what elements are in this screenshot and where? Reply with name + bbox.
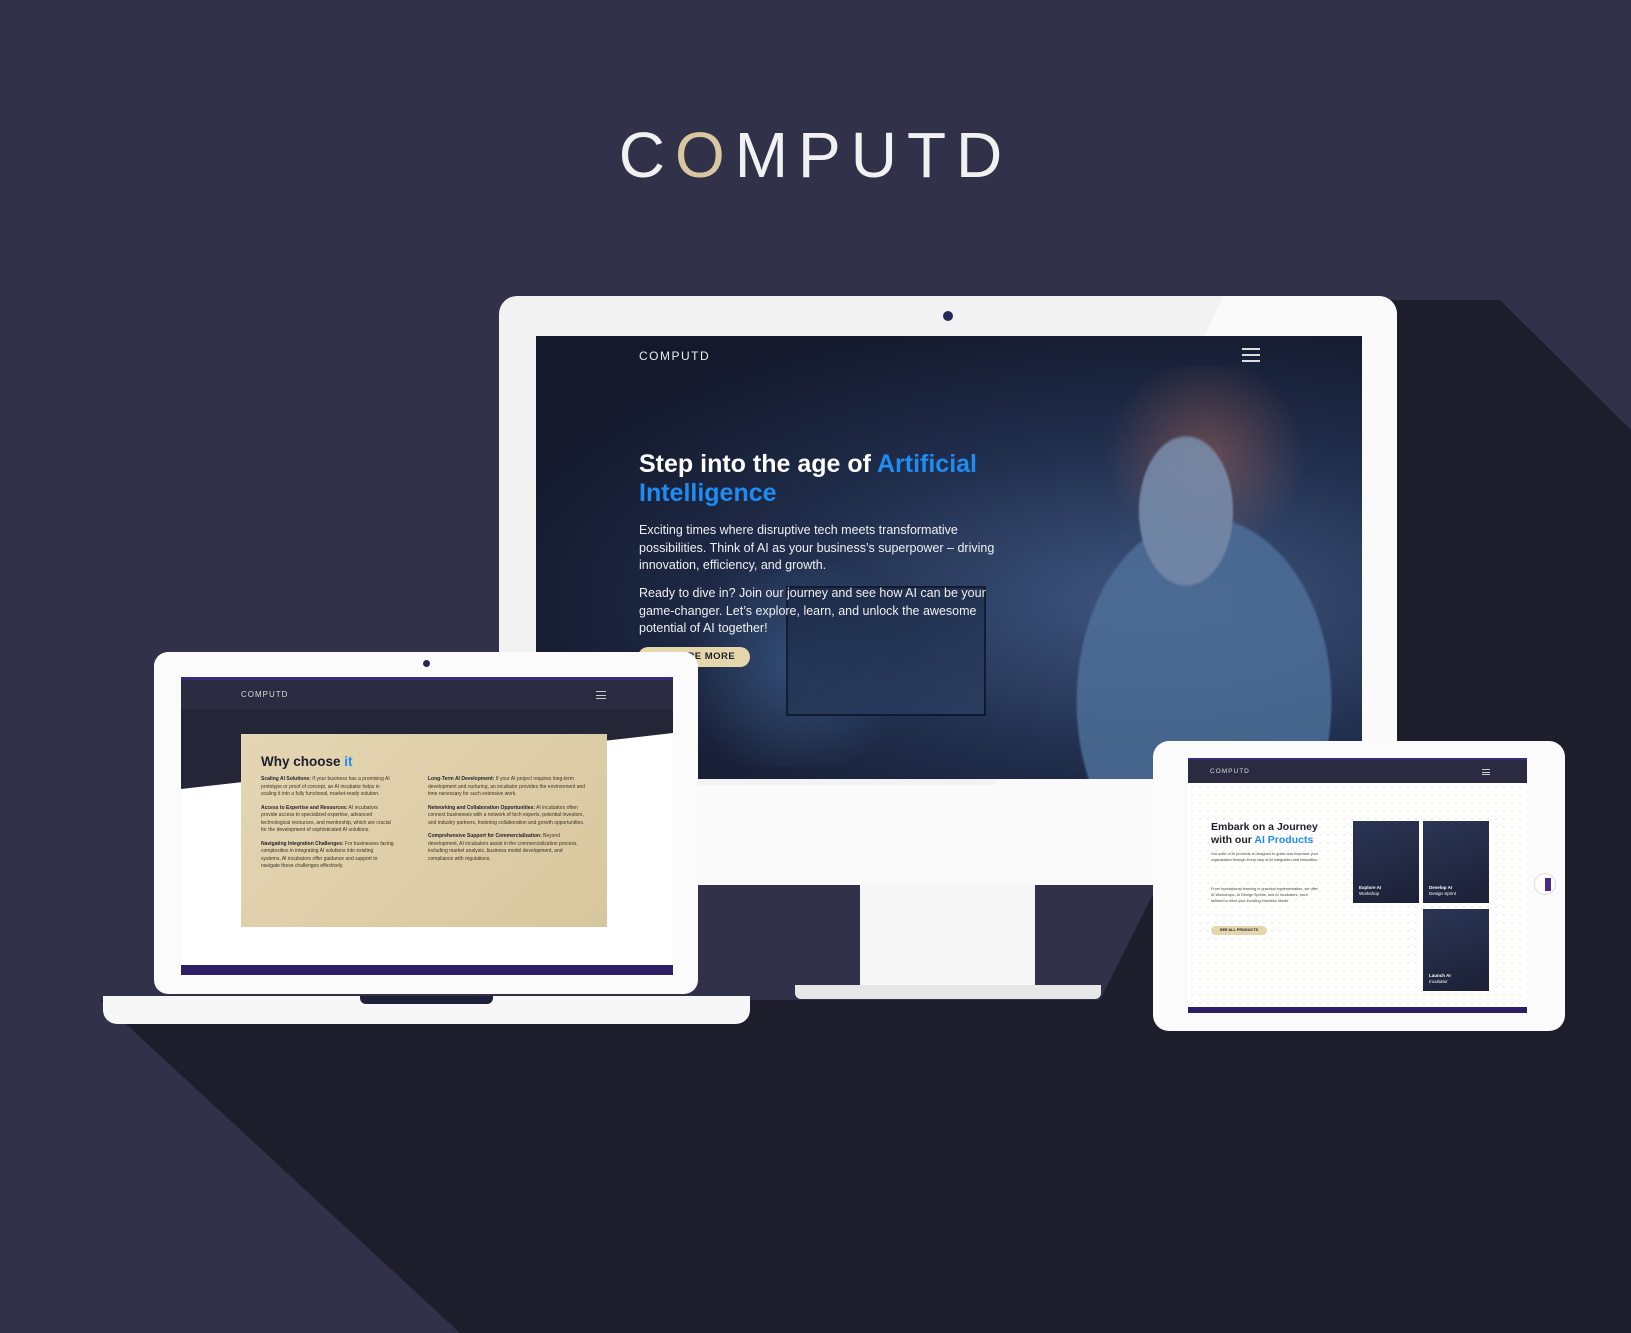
tile-label-line2: Incubator xyxy=(1429,979,1448,984)
item-title: Long-Term AI Development: xyxy=(428,776,495,782)
hero-title: Step into the age of Artificial Intellig… xyxy=(639,450,1059,508)
monitor-stand xyxy=(860,885,1035,987)
laptop-navbar: COMPUTD xyxy=(181,677,673,709)
tablet-home-button[interactable] xyxy=(1534,873,1556,895)
tile-label: Develop AI Design Sprint xyxy=(1429,885,1456,897)
list-item: Scaling AI Solutions: If your business h… xyxy=(261,776,394,799)
laptop-screen: COMPUTD Why choose it Scaling AI Solutio… xyxy=(181,677,673,975)
hero-person-image xyxy=(1006,416,1362,779)
hero-paragraph-2: Ready to dive in? Join our journey and s… xyxy=(639,586,986,635)
footer-bar xyxy=(181,965,673,975)
hamburger-menu-icon[interactable] xyxy=(1482,769,1490,775)
why-choose-title: Why choose it xyxy=(261,754,353,769)
nav-logo[interactable]: COMPUTD xyxy=(639,349,710,363)
tile-label: Launch AI Incubator xyxy=(1429,973,1451,985)
nav-logo[interactable]: COMPUTD xyxy=(241,690,288,699)
product-tile-design-sprint[interactable]: Develop AI Design Sprint xyxy=(1423,821,1489,903)
tile-label: Explore AI Workshop xyxy=(1359,885,1381,897)
laptop-notch xyxy=(360,996,493,1004)
tablet-screen: COMPUTD Embark on a Journey with our AI … xyxy=(1188,758,1527,1013)
tile-label-line2: Workshop xyxy=(1359,891,1380,896)
why-choose-card: Why choose it Scaling AI Solutions: If y… xyxy=(241,734,607,927)
item-title: Networking and Collaboration Opportuniti… xyxy=(428,804,535,811)
products-title-accent: AI Products xyxy=(1254,834,1314,846)
why-choose-title-text: Why choose xyxy=(261,754,345,769)
computd-logo: COMPUTD xyxy=(0,118,1631,192)
hamburger-menu-icon[interactable] xyxy=(596,691,606,699)
why-choose-title-accent: it xyxy=(344,754,353,769)
list-item: Access to Expertise and Resources: AI in… xyxy=(261,805,394,835)
product-tile-incubator[interactable]: Launch AI Incubator xyxy=(1423,909,1489,991)
item-title: Scaling AI Solutions: xyxy=(261,776,311,782)
tablet-navbar: COMPUTD xyxy=(1188,758,1527,783)
monitor-base xyxy=(795,985,1101,999)
see-all-products-button[interactable]: SEE ALL PRODUCTS xyxy=(1211,926,1267,935)
products-title: Embark on a Journey with our AI Products xyxy=(1211,821,1331,847)
item-title: Comprehensive Support for Commercializat… xyxy=(428,833,542,839)
list-item: Networking and Collaboration Opportuniti… xyxy=(428,805,588,828)
power-icon: O xyxy=(674,119,735,191)
item-title: Navigating Integration Challenges: xyxy=(261,840,344,847)
product-tile-workshop[interactable]: Explore AI Workshop xyxy=(1353,821,1419,903)
item-title: Access to Expertise and Resources: xyxy=(261,804,348,811)
logo-letters: MPUTD xyxy=(734,119,1013,191)
list-item: Long-Term AI Development: If your AI pro… xyxy=(428,776,588,799)
logo-letter-c: C xyxy=(618,119,675,191)
why-choose-right-column: Long-Term AI Development: If your AI pro… xyxy=(428,776,588,869)
hero-paragraph-1: Exciting times where disruptive tech mee… xyxy=(639,523,995,572)
hero-title-text: Step into the age of xyxy=(639,450,877,478)
list-item: Comprehensive Support for Commercializat… xyxy=(428,833,588,863)
products-paragraph-1: Our suite of AI products is designed to … xyxy=(1211,852,1319,862)
footer-bar xyxy=(1188,1007,1527,1013)
tile-label-line2: Design Sprint xyxy=(1429,891,1457,896)
nav-logo[interactable]: COMPUTD xyxy=(1210,768,1250,775)
products-paragraph-2: From foundational learning to practical … xyxy=(1211,887,1318,903)
list-item: Navigating Integration Challenges: For b… xyxy=(261,841,394,871)
laptop-webcam-icon xyxy=(423,660,430,667)
why-choose-left-column: Scaling AI Solutions: If your business h… xyxy=(261,776,394,877)
webcam-icon xyxy=(943,311,953,321)
hamburger-menu-icon[interactable] xyxy=(1242,348,1260,362)
